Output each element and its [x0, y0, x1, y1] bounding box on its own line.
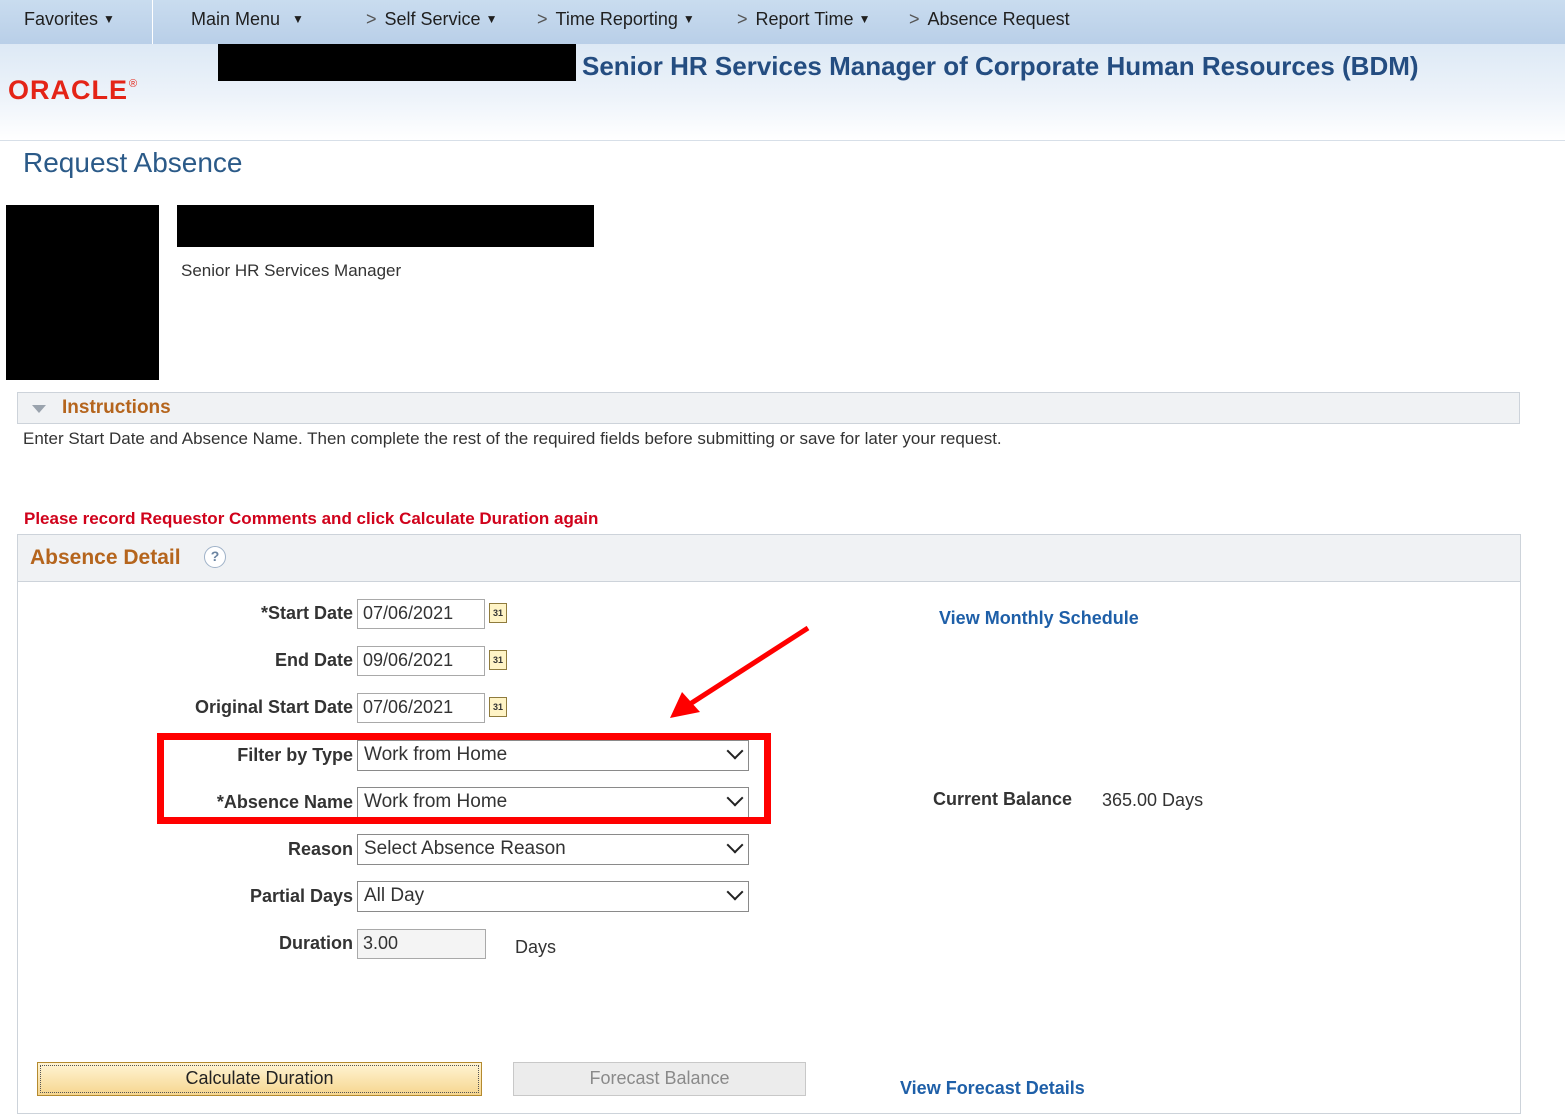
help-icon[interactable]: ?: [204, 546, 226, 568]
partial-days-value: All Day: [364, 885, 425, 906]
header-title: Senior HR Services Manager of Corporate …: [582, 51, 1419, 81]
original-start-date-input[interactable]: 07/06/2021: [357, 693, 485, 723]
oracle-logo: ORACLE®: [8, 75, 138, 106]
reason-label: Reason: [287, 839, 353, 859]
calculate-duration-button[interactable]: Calculate Duration: [37, 1062, 482, 1096]
instructions-label: Instructions: [62, 397, 171, 418]
reason-value: Select Absence Reason: [364, 838, 566, 859]
breadcrumb-absence-request: > Absence Request: [909, 9, 1070, 30]
main-menu[interactable]: Main Menu ▼: [191, 9, 304, 30]
view-monthly-schedule-link[interactable]: View Monthly Schedule: [939, 608, 1139, 629]
nav-divider: [152, 0, 153, 44]
forecast-balance-button[interactable]: Forecast Balance: [513, 1062, 806, 1096]
redacted-photo: [6, 205, 159, 380]
breadcrumb-report-time[interactable]: > Report Time ▼: [737, 9, 870, 30]
warning-message: Please record Requestor Comments and cli…: [24, 509, 599, 528]
breadcrumb-label: Self Service: [384, 9, 481, 29]
end-date-input[interactable]: 09/06/2021: [357, 646, 485, 676]
breadcrumb-time-reporting[interactable]: > Time Reporting ▼: [537, 9, 695, 30]
annotation-arrow-icon: [670, 625, 810, 718]
chevron-down-icon: ▼: [103, 12, 115, 26]
breadcrumb-label: Report Time: [755, 9, 854, 29]
calendar-icon[interactable]: 31: [489, 697, 507, 717]
start-date-label: *Start Date: [260, 603, 353, 623]
breadcrumb-arrow-icon: >: [737, 9, 748, 29]
top-nav-bar: Favorites ▼ Main Menu ▼ > Self Service ▼ > Ti…: [0, 0, 1565, 44]
duration-label: Duration: [279, 933, 353, 953]
page-header: ORACLE® Senior HR Services Manager of Co…: [0, 44, 1565, 141]
favorites-menu[interactable]: Favorites ▼: [24, 9, 115, 30]
duration-field: 3.00: [357, 929, 486, 959]
current-balance-label: Current Balance: [933, 789, 1073, 809]
main-menu-label: Main Menu: [191, 9, 281, 29]
duration-unit: Days: [515, 937, 557, 957]
absence-detail-title: Absence Detail: [30, 546, 181, 569]
annotation-highlight-box: [157, 733, 771, 824]
logo-text: ORACLE: [8, 75, 128, 105]
logo-mark: ®: [129, 78, 139, 90]
breadcrumb-arrow-icon: >: [537, 9, 548, 29]
original-start-date-label: Original Start Date: [194, 697, 353, 717]
instructions-header[interactable]: Instructions: [17, 392, 1520, 424]
instructions-text: Enter Start Date and Absence Name. Then …: [23, 429, 1002, 448]
chevron-down-icon: ▼: [858, 12, 871, 26]
breadcrumb-arrow-icon: >: [366, 9, 377, 29]
employee-job-title: Senior HR Services Manager: [181, 261, 402, 280]
calendar-icon[interactable]: 31: [489, 603, 507, 623]
current-balance-value: 365.00 Days: [1102, 790, 1204, 810]
chevron-down-icon: ▼: [682, 12, 695, 26]
calendar-icon[interactable]: 31: [489, 650, 507, 670]
chevron-down-icon: ▼: [485, 12, 498, 26]
reason-select[interactable]: Select Absence Reason: [357, 834, 749, 865]
breadcrumb-arrow-icon: >: [909, 9, 920, 29]
partial-days-select[interactable]: All Day: [357, 881, 749, 912]
redacted-employee-name: [177, 205, 594, 247]
end-date-label: End Date: [274, 650, 353, 670]
chevron-down-icon: ▼: [292, 12, 304, 26]
partial-days-label: Partial Days: [249, 886, 353, 906]
favorites-label: Favorites: [24, 9, 99, 29]
chevron-down-icon: [726, 836, 744, 854]
page-title: Request Absence: [23, 147, 243, 178]
absence-detail-header: Absence Detail ?: [18, 535, 1520, 582]
breadcrumb-label: Absence Request: [927, 9, 1070, 29]
chevron-down-icon: [726, 883, 744, 901]
start-date-input[interactable]: 07/06/2021: [357, 599, 485, 629]
breadcrumb-label: Time Reporting: [555, 9, 678, 29]
redacted-name: [218, 44, 576, 81]
breadcrumb-self-service[interactable]: > Self Service ▼: [366, 9, 497, 30]
view-forecast-details-link[interactable]: View Forecast Details: [900, 1078, 1085, 1099]
collapse-triangle-icon: [32, 405, 46, 413]
